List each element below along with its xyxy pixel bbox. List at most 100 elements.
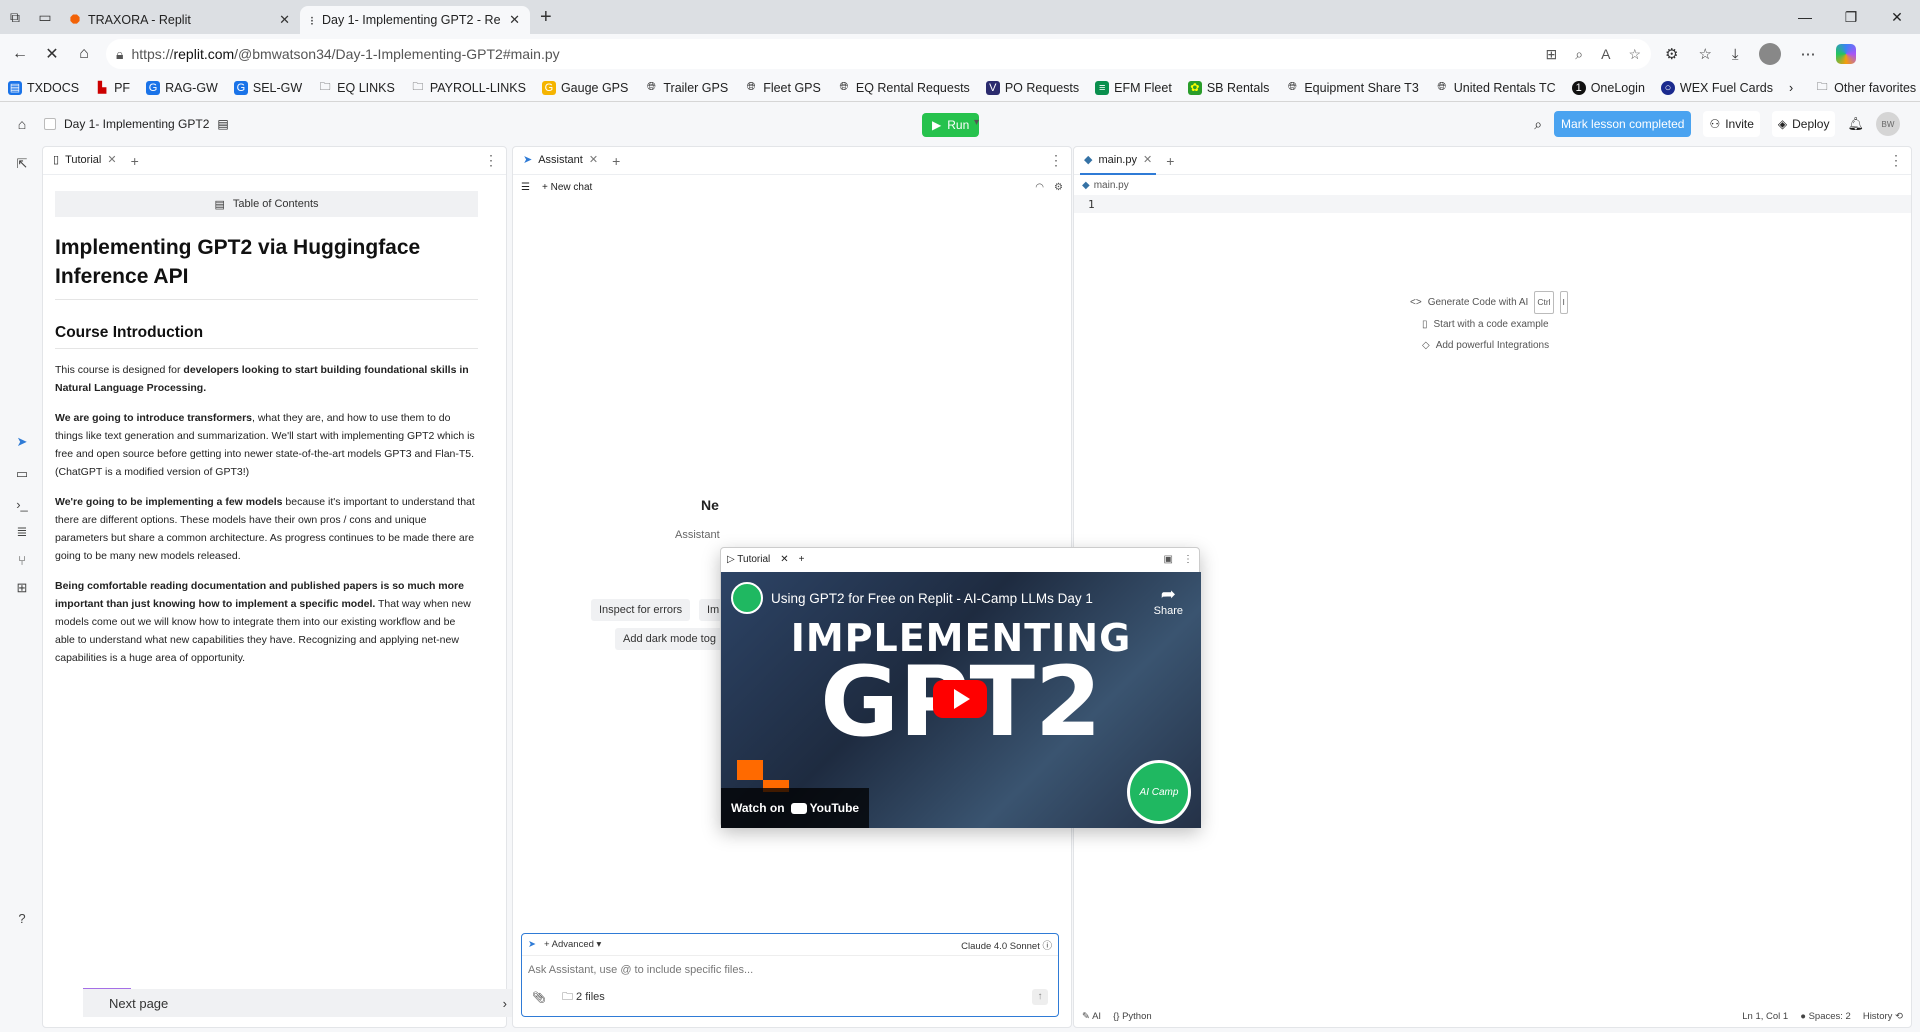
other-favorites[interactable]: 🗀 Other favorites [1815,81,1916,95]
code-line[interactable]: 1 [1074,195,1911,213]
tab-tutorial-video[interactable]: ▷ Tutorial [727,554,770,565]
close-window-button[interactable]: ✕ [1874,0,1920,34]
repl-info-icon[interactable]: ▤ [217,117,228,131]
zoom-icon[interactable]: ⌕ [1575,46,1583,63]
fav-united-rentals[interactable]: 🌐︎ United Rentals TC [1435,81,1555,95]
restore-button[interactable]: ❐ [1828,0,1874,34]
attach-icon[interactable]: 📎︎ [532,991,546,1004]
video-title[interactable]: Using GPT2 for Free on Replit - AI-Camp … [771,591,1093,606]
copilot-icon[interactable] [1835,44,1856,64]
generate-code-hint[interactable]: <> Generate Code with AI Ctrl I [1410,291,1568,314]
run-options-chevron-icon[interactable]: ▾ [974,117,979,128]
profile-avatar[interactable] [1758,43,1781,65]
youtube-embed[interactable]: Using GPT2 for Free on Replit - AI-Camp … [721,572,1201,828]
git-icon[interactable]: ⑂ [10,548,34,572]
deploy-button[interactable]: ◈ Deploy [1771,111,1836,137]
database-icon[interactable]: ≣ [10,520,34,544]
file-breadcrumb[interactable]: ◆ main.py [1074,175,1911,195]
dock-icon[interactable]: ▣ [1164,554,1173,565]
fav-equipment-share[interactable]: 🌐︎ Equipment Share T3 [1285,81,1419,95]
model-selector[interactable]: Claude 4.0 Sonnet ⓘ [961,938,1052,952]
more-menu-icon[interactable]: ⋯ [1801,45,1816,63]
workspaces-icon[interactable]: ⧉ [0,0,30,34]
table-of-contents-button[interactable]: ▤ Table of Contents [55,191,478,217]
fav-eq-rental-requests[interactable]: 🌐︎ EQ Rental Requests [837,81,969,95]
share-button[interactable]: ➦ Share [1154,584,1183,617]
favorites-icon[interactable]: ☆ [1698,45,1711,63]
history-button[interactable]: History ⟲ [1863,1011,1903,1022]
fav-txdocs[interactable]: ▤ TXDOCS [8,80,79,95]
fav-wex[interactable]: ○ WEX Fuel Cards [1660,80,1773,95]
close-tab-icon[interactable]: ✕ [589,153,598,166]
close-tab-icon[interactable]: ✕ [107,153,116,166]
fav-sel-gw[interactable]: G SEL-GW [233,80,302,95]
ai-status[interactable]: ✎ AI [1082,1011,1101,1022]
mark-lesson-completed-button[interactable]: Mark lesson completed [1554,111,1692,137]
assistant-icon[interactable]: ➤ [10,430,34,454]
new-tab-button[interactable]: + [540,6,552,29]
read-aloud-icon[interactable]: A [1601,46,1610,63]
close-tab-icon[interactable]: ✕ [780,554,788,565]
fav-eq-links[interactable]: 🗀 EQ LINKS [318,81,395,95]
watch-on-youtube-button[interactable]: Watch on YouTube [721,788,870,828]
more-favorites-chevron-icon[interactable]: › [1789,81,1793,95]
url-field[interactable]: 🔒︎ https://replit.com/@bmwatson34/Day-1-… [106,39,1651,69]
settings-gear-icon[interactable]: ⚙ [1054,182,1063,193]
browser-tab-day1[interactable]: ⁝ Day 1- Implementing GPT2 - Repl ✕ [300,6,530,34]
minimize-button[interactable]: — [1782,0,1828,34]
back-button[interactable]: ← [4,38,36,70]
tab-main-py[interactable]: ◆ main.py ✕ [1080,147,1157,175]
chat-history-icon[interactable]: ☰ [521,182,530,193]
suggestion-inspect-errors[interactable]: Inspect for errors [591,599,691,621]
fav-trailer-gps[interactable]: 🌐︎ Trailer GPS [644,81,728,95]
tab-assistant[interactable]: ➤ Assistant ✕ [519,147,602,175]
favorite-star-icon[interactable]: ☆ [1628,46,1641,63]
stop-loading-button[interactable]: ✕ [36,38,68,70]
pane-menu-icon[interactable]: ⋮ [1889,152,1903,169]
home-icon[interactable]: ⌂ [0,116,44,132]
invite-button[interactable]: ⚇ Invite [1703,111,1760,137]
new-chat-button[interactable]: + New chat [542,182,592,193]
add-tab-button[interactable]: + [612,153,620,169]
help-icon[interactable]: ? [10,906,34,930]
all-tools-icon[interactable]: ⊞ [10,576,34,600]
fav-gauge-gps[interactable]: G Gauge GPS [541,80,628,95]
preview-icon[interactable]: ▭ [10,462,34,486]
close-tab-icon[interactable]: ✕ [1143,153,1152,166]
assistant-input[interactable]: Ask Assistant, use @ to include specific… [522,956,1058,984]
add-tab-button[interactable]: + [799,554,805,565]
fav-fleet-gps[interactable]: 🌐︎ Fleet GPS [744,81,821,95]
cursor-position[interactable]: Ln 1, Col 1 [1742,1011,1788,1022]
pane-menu-icon[interactable]: ⋮ [484,152,498,169]
repl-title-area[interactable]: Day 1- Implementing GPT2 ▤ [44,117,229,131]
play-button[interactable] [933,680,987,718]
floating-menu-icon[interactable]: ⋮ [1183,554,1193,565]
extensions-icon[interactable]: ⚙ [1665,45,1678,63]
channel-logo[interactable] [731,582,763,614]
mode-selector[interactable]: + Advanced ▾ [544,939,601,950]
send-button[interactable]: ↑ [1032,989,1048,1005]
fav-po-requests[interactable]: V PO Requests [985,80,1079,95]
app-available-icon[interactable]: ⊞ [1546,46,1558,63]
fav-onelogin[interactable]: 1 OneLogin [1571,80,1645,95]
user-avatar[interactable]: BW [1876,112,1900,136]
close-tab-icon[interactable]: ✕ [279,12,290,28]
add-tab-button[interactable]: + [1166,153,1174,169]
indent-setting[interactable]: ● Spaces: 2 [1800,1011,1851,1022]
fav-pf[interactable]: ▙ PF [95,81,130,95]
code-example-hint[interactable]: ▯ Start with a code example [1410,314,1568,335]
close-tab-icon[interactable]: ✕ [509,12,520,28]
tab-actions-icon[interactable]: ▭ [30,0,60,34]
notifications-bell-icon[interactable]: 🔔︎ [1847,116,1864,132]
language-status[interactable]: {} Python [1113,1011,1152,1022]
fav-efm-fleet[interactable]: ≡ EFM Fleet [1095,80,1172,95]
fav-rag-gw[interactable]: G RAG-GW [146,80,218,95]
speed-icon[interactable]: ◠ [1035,182,1044,193]
sidebar-toggle-icon[interactable]: ⇱ [10,152,34,176]
downloads-icon[interactable]: ⤓ [1732,46,1739,63]
tab-tutorial[interactable]: ▯ Tutorial ✕ [49,147,121,175]
fav-sb-rentals[interactable]: ✿ SB Rentals [1187,80,1269,95]
console-icon[interactable]: ›_ [10,492,34,516]
run-button[interactable]: ▶ Run [922,113,980,137]
browser-tab-traxora[interactable]: ⯃ TRAXORA - Replit ✕ [60,6,300,34]
